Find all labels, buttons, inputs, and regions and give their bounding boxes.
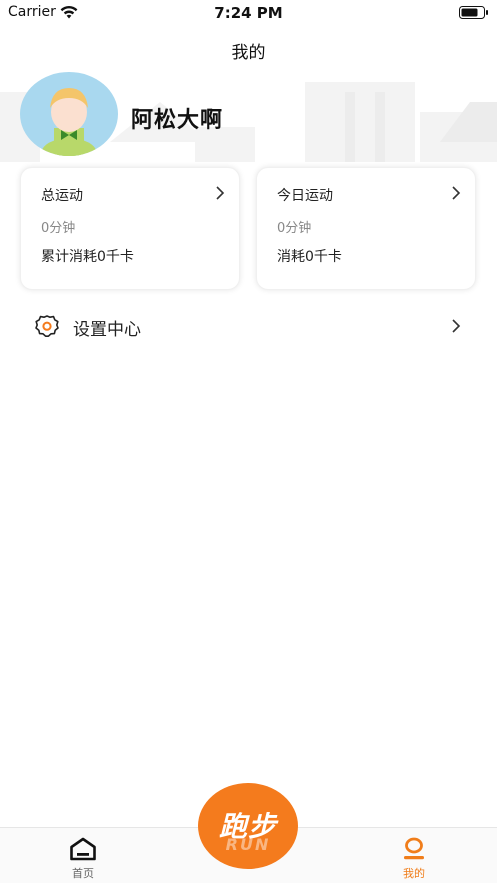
tab-home[interactable]: 首页 — [43, 828, 123, 883]
today-exercise-card[interactable]: 今日运动 0分钟 消耗0千卡 — [256, 167, 476, 290]
home-icon — [70, 837, 96, 861]
chevron-right-icon — [216, 186, 225, 200]
card-duration: 0分钟 — [41, 221, 76, 236]
tab-home-label: 首页 — [72, 867, 94, 880]
tab-mine[interactable]: 我的 — [374, 828, 454, 883]
page-title: 我的 — [231, 43, 266, 63]
battery-icon — [459, 6, 488, 19]
username: 阿松大啊 — [131, 108, 224, 133]
avatar[interactable] — [20, 72, 118, 156]
avatar-illustration — [41, 88, 97, 156]
status-bar: Carrier 7:24 PM — [0, 0, 497, 26]
card-title: 今日运动 — [277, 188, 333, 204]
settings-label: 设置中心 — [73, 320, 141, 340]
chevron-right-icon — [452, 319, 461, 333]
card-calories: 消耗0千卡 — [277, 249, 342, 265]
card-duration: 0分钟 — [277, 221, 312, 236]
chevron-right-icon — [452, 186, 461, 200]
card-title: 总运动 — [41, 188, 83, 204]
tab-mine-label: 我的 — [403, 867, 425, 880]
run-button[interactable]: RUN 跑步 — [198, 783, 298, 869]
run-button-label: 跑步 — [218, 810, 277, 843]
settings-center-row[interactable]: 设置中心 — [20, 302, 477, 350]
gear-icon — [35, 315, 59, 337]
card-calories: 累计消耗0千卡 — [41, 249, 134, 265]
profile-icon — [404, 837, 424, 860]
total-exercise-card[interactable]: 总运动 0分钟 累计消耗0千卡 — [20, 167, 240, 290]
status-time: 7:24 PM — [214, 4, 283, 22]
